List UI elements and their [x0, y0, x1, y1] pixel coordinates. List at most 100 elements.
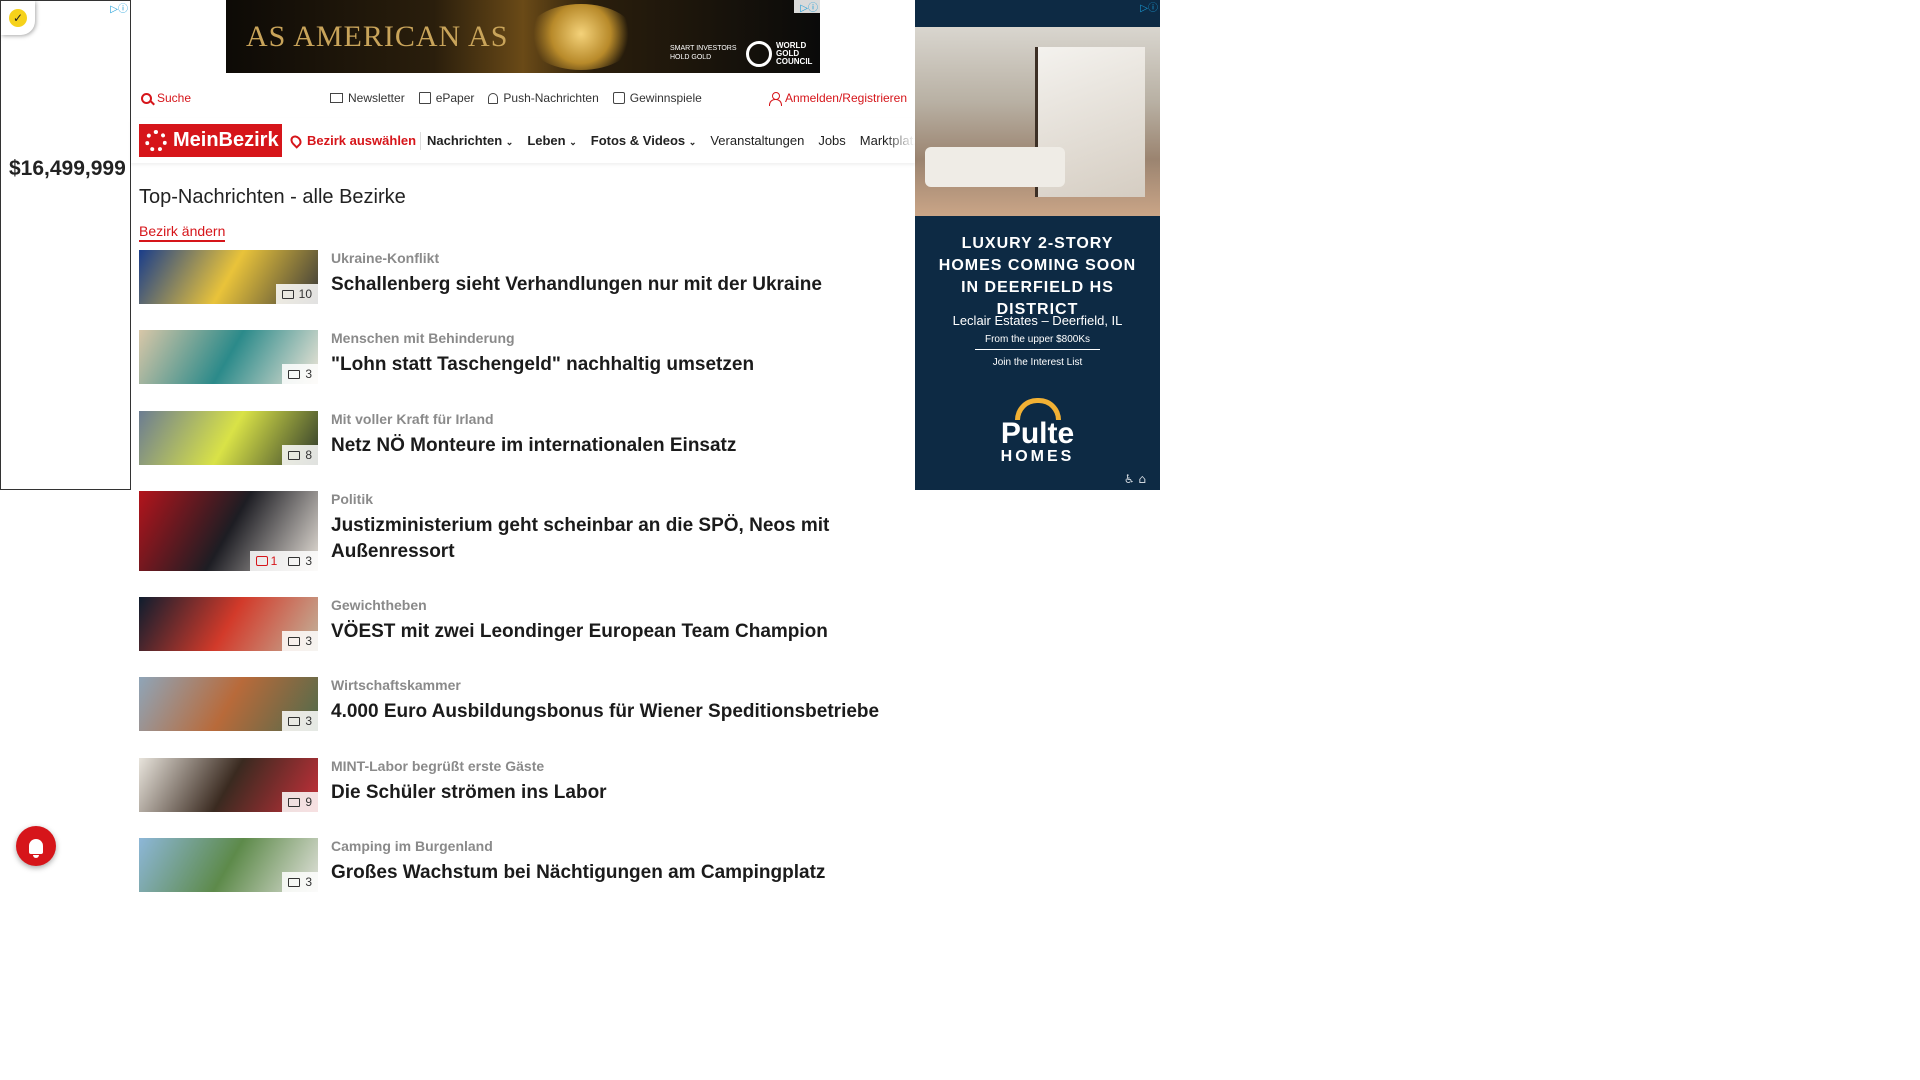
- adchoices-icon[interactable]: ▷ⓘ: [1134, 0, 1160, 14]
- gallery-icon: [288, 797, 301, 807]
- article-headline[interactable]: Justizministerium geht scheinbar an die …: [331, 513, 901, 565]
- login-link[interactable]: Anmelden/Registrieren: [768, 91, 907, 106]
- image-count: 1 3: [249, 551, 318, 571]
- article-thumbnail[interactable]: 1 3: [139, 491, 318, 571]
- image-count-value: 3: [305, 367, 312, 381]
- article-thumbnail[interactable]: 10: [139, 250, 318, 304]
- contests-label: Gewinnspiele: [629, 91, 702, 105]
- left-skyscraper-ad[interactable]: ✓ ▷ⓘ $16,499,999: [0, 0, 131, 490]
- nav-fade: [885, 118, 915, 163]
- gallery-icon: [288, 369, 301, 379]
- notification-bell-button[interactable]: [16, 826, 56, 866]
- nav-item-leben[interactable]: Leben ⌄: [527, 133, 576, 148]
- article-thumbnail[interactable]: 8: [139, 411, 318, 465]
- article-headline[interactable]: Großes Wachstum bei Nächtigungen am Camp…: [331, 860, 901, 886]
- nav-items: Nachrichten ⌄ Leben ⌄ Fotos & Videos ⌄ V…: [427, 133, 915, 148]
- newsletter-label: Newsletter: [348, 91, 405, 105]
- ad-price: $16,499,999: [9, 157, 126, 180]
- nav-item-nachrichten[interactable]: Nachrichten ⌄: [427, 133, 513, 148]
- ad-cta[interactable]: Join the Interest List: [915, 357, 1160, 368]
- mail-icon: [330, 93, 343, 103]
- ad-headline: AS AMERICAN AS: [246, 20, 509, 53]
- chevron-down-icon: ⌄: [505, 137, 514, 147]
- image-count-value: 3: [305, 875, 312, 889]
- push-notifications-link[interactable]: Push-Nachrichten: [488, 91, 599, 105]
- bell-icon: [29, 838, 43, 858]
- newspaper-icon: [418, 92, 431, 104]
- gallery-icon: [288, 877, 301, 887]
- gift-icon: [612, 92, 625, 104]
- article-thumbnail[interactable]: 3: [139, 597, 318, 651]
- ad-house-photo: [915, 27, 1160, 216]
- article-headline[interactable]: VÖEST mit zwei Leondinger European Team …: [331, 619, 901, 645]
- image-count-value: 10: [298, 287, 312, 301]
- newsletter-link[interactable]: Newsletter: [330, 91, 405, 105]
- article-headline[interactable]: Schallenberg sieht Verhandlungen nur mit…: [331, 272, 901, 298]
- image-count: 3: [282, 631, 318, 651]
- world-gold-council-logo-icon: [746, 41, 772, 67]
- chevron-down-icon: ⌄: [569, 137, 577, 147]
- search-label: Suche: [157, 91, 192, 105]
- article-thumbnail[interactable]: 3: [139, 838, 318, 892]
- push-label: Push-Nachrichten: [503, 91, 599, 105]
- article-kicker: Wirtschaftskammer: [331, 677, 461, 693]
- image-count: 3: [282, 364, 318, 384]
- article-thumbnail[interactable]: 9: [139, 758, 318, 812]
- utility-links: Newsletter ePaper Push-Nachrichten Gewin…: [330, 91, 702, 105]
- ad-brand-name: Pulte: [1000, 417, 1075, 450]
- comment-icon: [255, 556, 268, 566]
- article-thumbnail[interactable]: 3: [139, 330, 318, 384]
- image-count: 3: [282, 711, 318, 731]
- bezirk-label: Bezirk auswählen: [307, 133, 417, 148]
- epaper-link[interactable]: ePaper: [418, 91, 475, 105]
- search-icon: [141, 92, 152, 104]
- nav-divider: [420, 131, 421, 150]
- image-count: 3: [282, 872, 318, 892]
- comment-count[interactable]: 1: [255, 554, 277, 568]
- adchoices-icon[interactable]: ▷ⓘ: [104, 1, 130, 15]
- pulte-logo: Pulte HOMES: [915, 398, 1160, 466]
- contests-link[interactable]: Gewinnspiele: [612, 91, 702, 105]
- image-count-value: 3: [305, 714, 312, 728]
- chevron-down-icon: ⌄: [688, 137, 697, 147]
- meinbezirk-logo[interactable]: MeinBezirk: [139, 124, 282, 157]
- gallery-icon: [288, 716, 301, 726]
- article-kicker: Gewichtheben: [331, 597, 427, 613]
- page-title: Top-Nachrichten - alle Bezirke: [139, 186, 406, 208]
- article-headline[interactable]: "Lohn statt Taschengeld" nachhaltig umse…: [331, 352, 901, 378]
- image-count: 10: [275, 284, 318, 304]
- nav-item-fotos-videos[interactable]: Fotos & Videos ⌄: [591, 133, 697, 148]
- article-kicker: MINT-Labor begrüßt erste Gäste: [331, 758, 545, 774]
- login-label: Anmelden/Registrieren: [784, 91, 907, 105]
- article-headline[interactable]: Die Schüler strömen ins Labor: [331, 780, 901, 806]
- adchoices-icon[interactable]: ▷ⓘ: [794, 0, 820, 14]
- ad-headline: LUXURY 2-STORY HOMES COMING SOON IN DEER…: [938, 235, 1137, 318]
- article-headline[interactable]: 4.000 Euro Ausbildungsbonus für Wiener S…: [331, 699, 901, 725]
- ad-tagline: SMART INVESTORS HOLD GOLD: [670, 45, 737, 61]
- article-headline[interactable]: Netz NÖ Monteure im internationalen Eins…: [331, 433, 901, 459]
- ad-brand-sub: HOMES: [1000, 448, 1075, 465]
- change-bezirk-link[interactable]: Bezirk ändern: [139, 223, 226, 242]
- gallery-icon: [288, 636, 301, 646]
- image-count: 9: [282, 792, 318, 812]
- gallery-icon: [281, 289, 294, 299]
- article-thumbnail[interactable]: 3: [139, 677, 318, 731]
- check-badge-icon[interactable]: ✓: [1, 1, 35, 35]
- epaper-label: ePaper: [435, 91, 475, 105]
- content-header: Top-Nachrichten - alle Bezirke Bezirk än…: [139, 186, 909, 242]
- nav-item-veranstaltungen[interactable]: Veranstaltungen: [710, 133, 804, 148]
- image-count-value: 8: [305, 448, 312, 462]
- right-skyscraper-ad[interactable]: ▷ⓘ LUXURY 2-STORY HOMES COMING SOON IN D…: [915, 0, 1160, 490]
- top-banner-ad[interactable]: AS AMERICAN AS SMART INVESTORS HOLD GOLD…: [226, 0, 820, 73]
- ad-logo-text: WORLD GOLD COUNCIL: [776, 41, 813, 66]
- main-nav: MeinBezirk Bezirk auswählen Nachrichten …: [131, 118, 915, 163]
- logo-text: MeinBezirk: [173, 129, 279, 151]
- article-kicker: Camping im Burgenland: [331, 838, 493, 854]
- bezirk-select-button[interactable]: Bezirk auswählen: [288, 132, 417, 149]
- utility-bar: Suche Newsletter ePaper Push-Nachrichten…: [131, 83, 915, 113]
- nav-item-jobs[interactable]: Jobs: [818, 133, 845, 148]
- user-icon: [768, 91, 782, 106]
- accessibility-icon: ♿ ⌂: [1123, 472, 1146, 486]
- page: ✓ ▷ⓘ $16,499,999 AS AMERICAN AS SMART IN…: [0, 0, 1568, 892]
- search-button[interactable]: Suche: [141, 91, 191, 105]
